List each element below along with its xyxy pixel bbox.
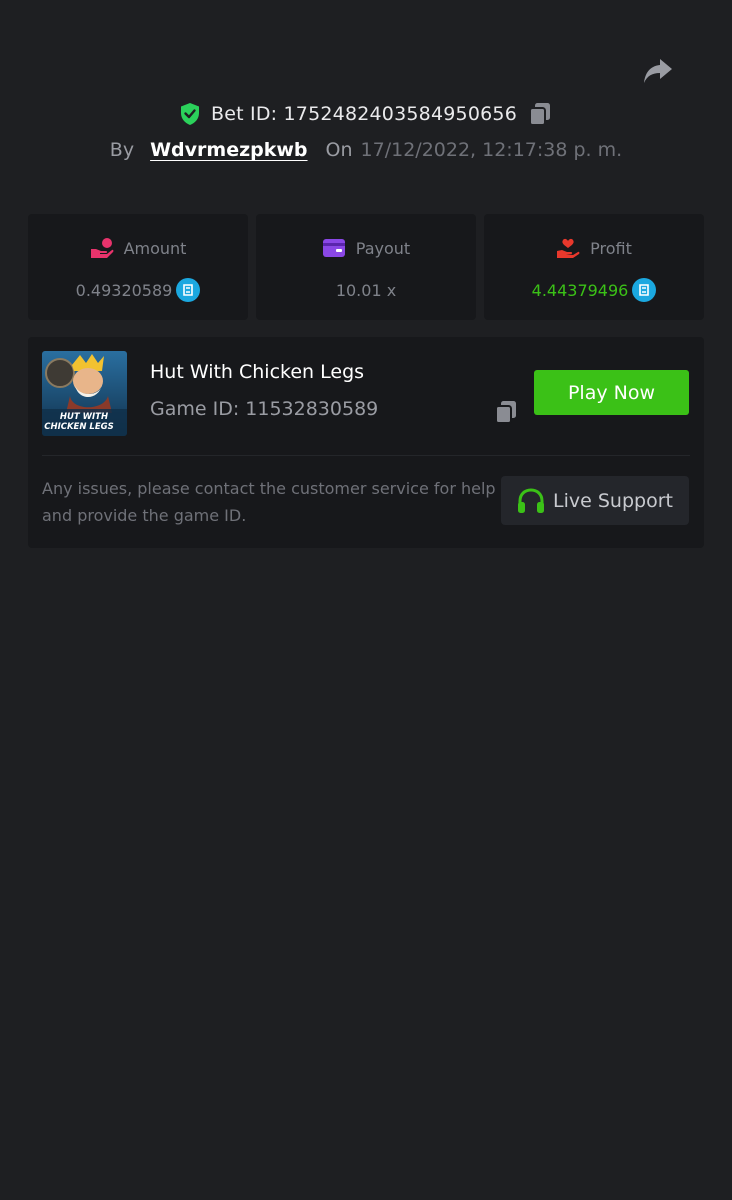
profit-label: Profit [590, 238, 632, 258]
copy-game-id-button[interactable] [493, 399, 519, 425]
bet-meta-row: By Wdvrmezpkwb On 17/12/2022, 12:17:38 p… [0, 135, 732, 165]
game-thumbnail[interactable]: HUT WITH CHICKEN LEGS [42, 351, 127, 436]
payout-card: Payout 10.01 x [256, 214, 476, 320]
amount-value-row: 0.49320589 [28, 277, 248, 303]
game-id: Game ID: 11532830589 [150, 398, 379, 420]
share-icon [644, 59, 672, 83]
amount-label: Amount [123, 238, 187, 258]
profit-value: 4.44379496 [531, 280, 629, 300]
share-button[interactable] [641, 55, 675, 87]
copy-icon [495, 401, 516, 424]
live-support-label: Live Support [553, 489, 673, 512]
profit-value-row: 4.44379496 [484, 277, 704, 303]
verified-shield-icon [181, 103, 200, 125]
profit-card: Profit 4.44379496 [484, 214, 704, 320]
headphones-icon [518, 487, 545, 513]
wallet-card-icon [322, 239, 345, 257]
amount-header: Amount [28, 236, 248, 260]
live-support-button[interactable]: Live Support [501, 476, 689, 525]
bet-id: Bet ID: 1752482403584950656 [211, 103, 517, 125]
on-label: On [325, 139, 353, 161]
bcd-coin-icon [632, 278, 657, 302]
divider [42, 455, 690, 456]
game-card: HUT WITH CHICKEN LEGS Hut With Chicken L… [28, 337, 704, 548]
play-now-button[interactable]: Play Now [534, 370, 689, 415]
by-label: By [109, 139, 135, 161]
username-link[interactable]: Wdvrmezpkwb [150, 139, 307, 161]
svg-text:CHICKEN LEGS: CHICKEN LEGS [44, 422, 114, 432]
copy-bet-id-button[interactable] [527, 101, 553, 127]
amount-value: 0.49320589 [75, 280, 173, 300]
payout-value: 10.01 x [335, 280, 397, 300]
profit-header: Profit [484, 236, 704, 260]
hand-heart-icon [557, 238, 580, 258]
payout-value-row: 10.01 x [256, 277, 476, 303]
bcd-coin-icon [176, 278, 201, 302]
game-name: Hut With Chicken Legs [150, 361, 365, 383]
bet-date: 17/12/2022, 12:17:38 p. m. [360, 139, 623, 161]
bet-id-row: Bet ID: 1752482403584950656 [0, 98, 732, 130]
hand-coin-icon [90, 238, 113, 258]
copy-icon [528, 103, 550, 126]
payout-header: Payout [256, 236, 476, 260]
support-notice: Any issues, please contact the customer … [42, 479, 496, 525]
amount-card: Amount 0.49320589 [28, 214, 248, 320]
svg-text:HUT WITH: HUT WITH [60, 412, 108, 422]
payout-label: Payout [355, 238, 411, 258]
